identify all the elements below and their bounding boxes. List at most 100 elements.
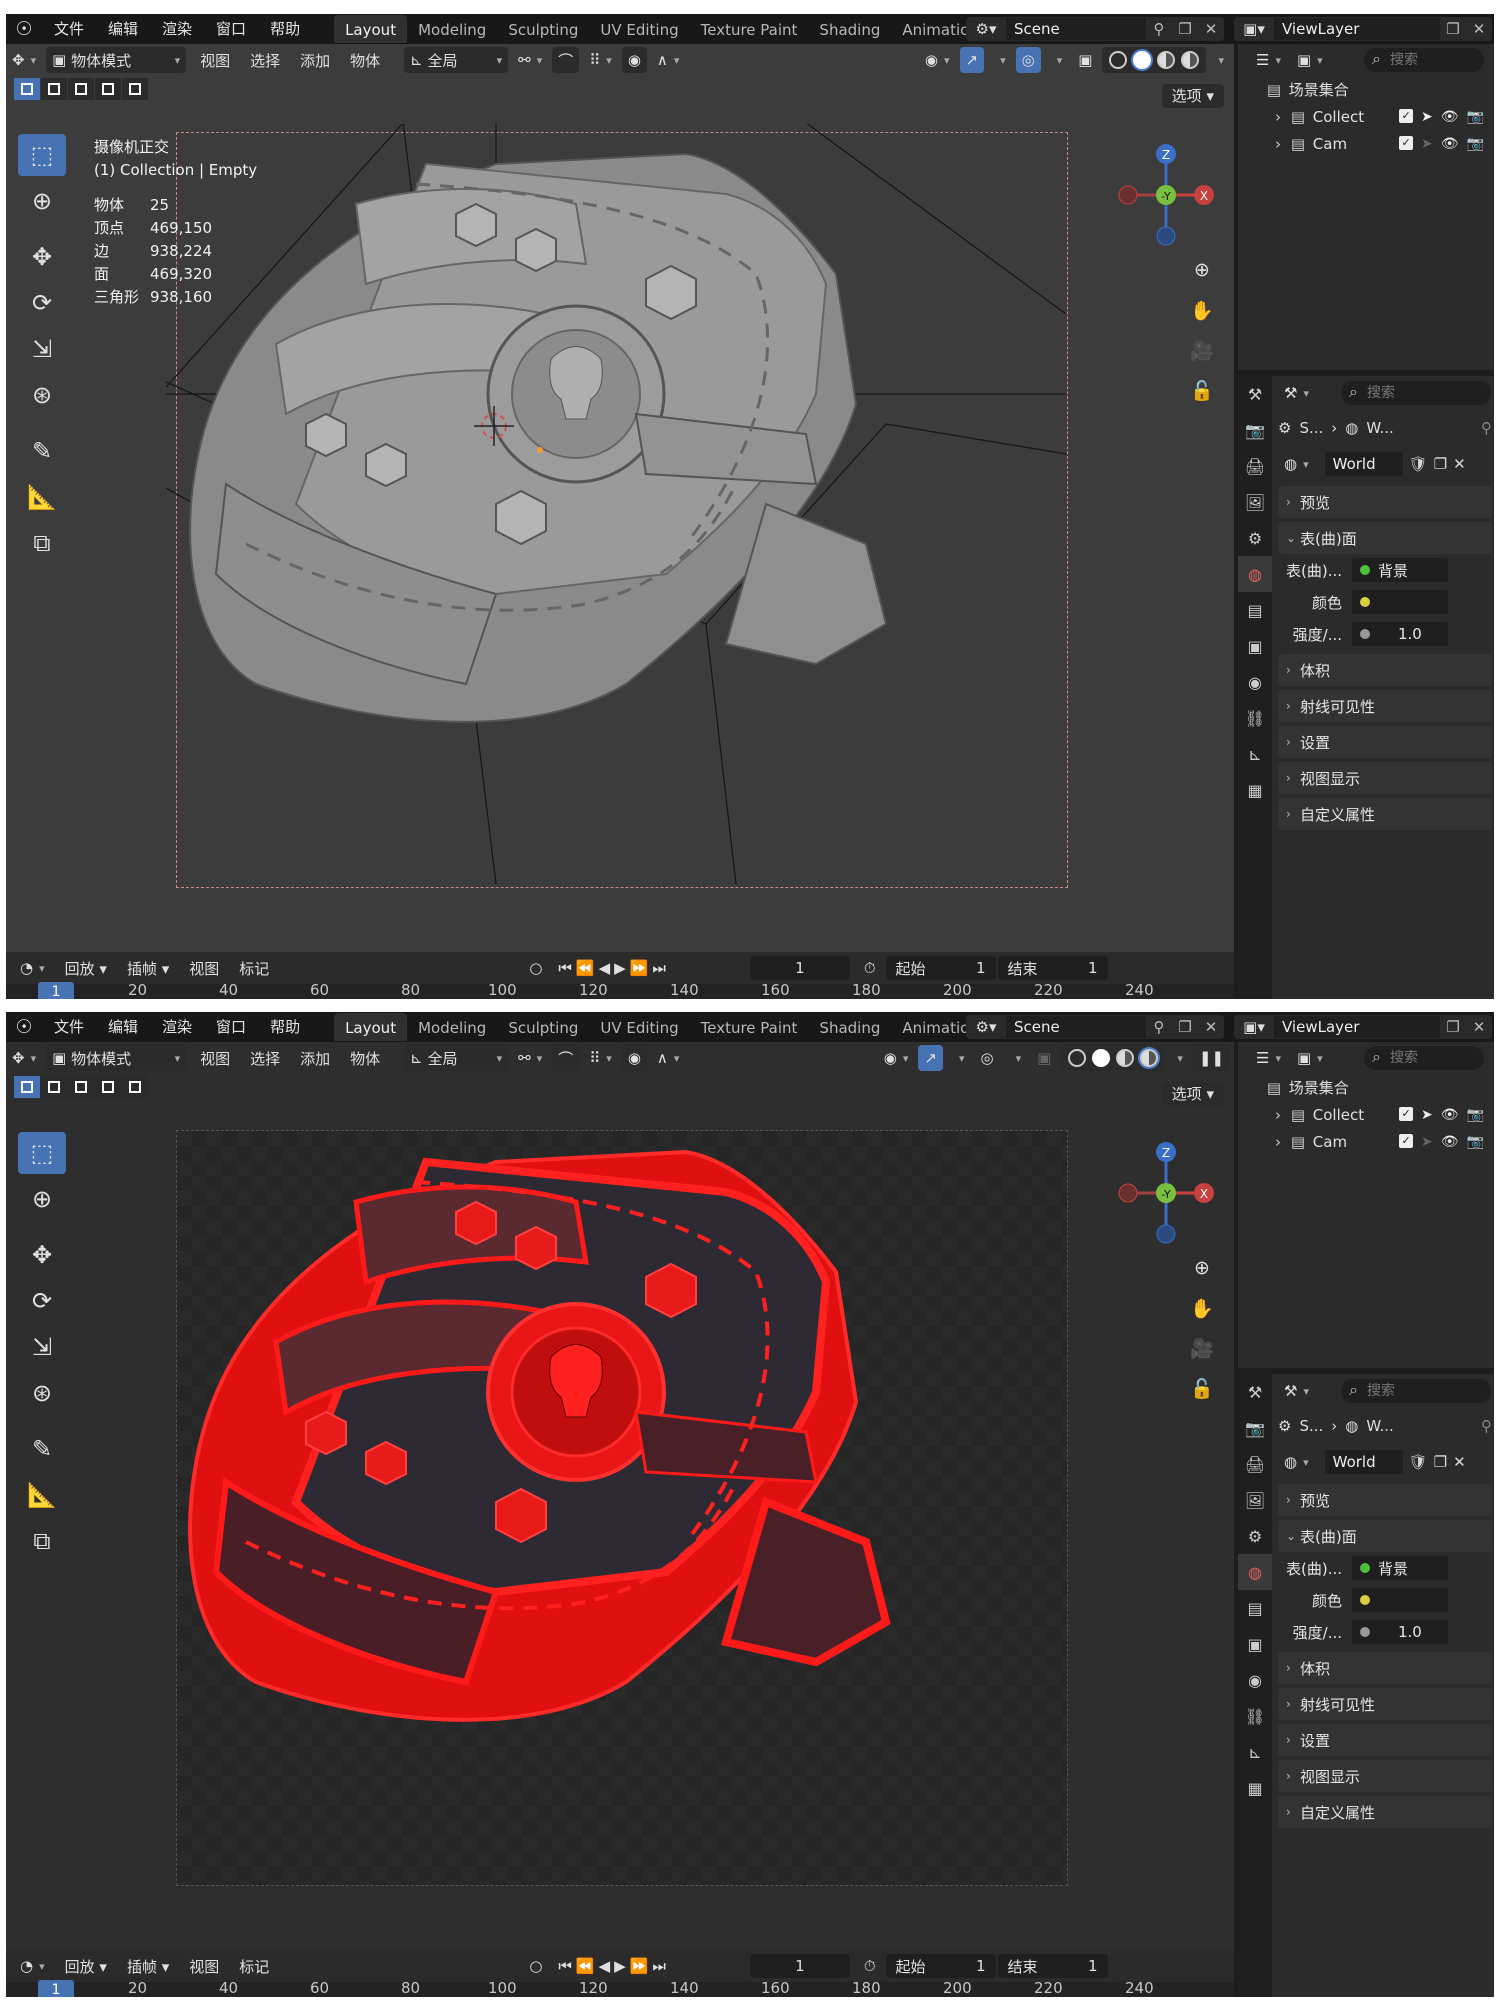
pin-icon[interactable]: ⚲ bbox=[1481, 419, 1492, 437]
world-selector[interactable]: ◍ ▾ World 🛡 ❐ ✕ bbox=[1278, 446, 1492, 482]
close-icon[interactable]: ✕ bbox=[1466, 20, 1492, 38]
fake-user-icon[interactable]: 🛡 bbox=[1409, 1453, 1428, 1471]
timeline-playback[interactable]: 回放 ▾ bbox=[55, 1956, 117, 1977]
camera-view-icon[interactable]: 🎥 bbox=[1186, 334, 1218, 366]
physics-tab-icon[interactable]: ◉ bbox=[1238, 664, 1272, 700]
collection-tab-icon[interactable]: ▤ bbox=[1238, 1590, 1272, 1626]
section-volume[interactable]: › 体积 bbox=[1278, 654, 1492, 686]
select-new-icon[interactable] bbox=[14, 1076, 40, 1098]
select-subtract-icon[interactable] bbox=[68, 1076, 94, 1098]
rotate-tool[interactable]: ⟳ bbox=[18, 1280, 66, 1322]
world-name[interactable]: World bbox=[1324, 1450, 1403, 1474]
pivot-icon[interactable]: ⚯ ▾ bbox=[512, 1045, 548, 1071]
select-arrow-icon[interactable]: ➤ bbox=[1421, 1134, 1433, 1150]
timeline-marker[interactable]: 标记 bbox=[229, 958, 279, 979]
section-custom-properties[interactable]: › 自定义属性 bbox=[1278, 1796, 1492, 1828]
select-intersect-icon[interactable] bbox=[122, 78, 148, 100]
annotate-tool[interactable]: ✎ bbox=[18, 430, 66, 472]
select-invert-icon[interactable] bbox=[95, 78, 121, 100]
tab-uv-editing[interactable]: UV Editing bbox=[589, 15, 689, 43]
duplicate-icon[interactable]: ❐ bbox=[1434, 1453, 1447, 1471]
navigation-gizmo[interactable]: Z -Y X bbox=[1116, 140, 1216, 250]
view-layer-tab-icon[interactable]: 🖼 bbox=[1238, 1482, 1272, 1518]
solid-shading-icon[interactable] bbox=[1092, 1049, 1111, 1067]
pan-hand-icon[interactable]: ✋ bbox=[1186, 294, 1218, 326]
tab-uv-editing[interactable]: UV Editing bbox=[589, 1013, 689, 1041]
world-icon[interactable]: ◍ ▾ bbox=[1278, 451, 1315, 477]
exclude-checkbox[interactable]: ✓ bbox=[1399, 108, 1414, 123]
view-layer-selector[interactable]: ▣▾ ViewLayer ❐ ✕ bbox=[1234, 1015, 1492, 1039]
view-layer-selector[interactable]: ▣▾ ViewLayer ❐ ✕ bbox=[1234, 17, 1492, 41]
menu-window[interactable]: 窗口 bbox=[204, 14, 258, 44]
playback-controls[interactable]: ⏮⏪◀▶⏩⏭ bbox=[552, 955, 675, 981]
select-box-tool[interactable]: ⬚ bbox=[18, 1132, 66, 1174]
timeline-playback[interactable]: 回放 ▾ bbox=[55, 958, 117, 979]
falloff-icon[interactable]: ∧ ▾ bbox=[651, 1045, 686, 1071]
section-preview[interactable]: › 预览 bbox=[1278, 486, 1492, 518]
outliner-editor-icon[interactable]: ☰ ▾ bbox=[1250, 1045, 1287, 1071]
measure-tool[interactable]: 📐 bbox=[18, 476, 66, 518]
new-layer-icon[interactable]: ❐ bbox=[1440, 1018, 1466, 1036]
view-layer-tab-icon[interactable]: 🖼 bbox=[1238, 484, 1272, 520]
gizmo-dropdown-icon[interactable]: ▾ bbox=[947, 1045, 971, 1071]
select-arrow-icon[interactable]: ➤ bbox=[1421, 136, 1433, 152]
color-field[interactable] bbox=[1352, 1588, 1448, 1612]
world-tab-icon[interactable]: ◍ bbox=[1238, 1554, 1272, 1590]
expand-icon[interactable]: › bbox=[1268, 1106, 1288, 1124]
select-extend-icon[interactable] bbox=[41, 78, 67, 100]
lock-icon[interactable]: 🔓 bbox=[1186, 1372, 1218, 1404]
pan-hand-icon[interactable]: ✋ bbox=[1186, 1292, 1218, 1324]
data-tab-icon[interactable]: ⊾ bbox=[1238, 736, 1272, 772]
eye-icon[interactable]: 👁 bbox=[1441, 136, 1459, 152]
render-camera-icon[interactable]: 📷 bbox=[1467, 1107, 1484, 1123]
scene-selector[interactable]: ⚙▾ Scene ⚲ ❐ ✕ bbox=[966, 17, 1224, 41]
start-frame[interactable]: 起始 1 bbox=[885, 956, 996, 980]
transform-tool[interactable]: ⊛ bbox=[18, 374, 66, 416]
options-dropdown[interactable]: 选项 ▾ bbox=[1161, 84, 1224, 108]
start-frame[interactable]: 起始 1 bbox=[885, 1954, 996, 1978]
end-frame[interactable]: 结束 1 bbox=[997, 956, 1108, 980]
render-tab-icon[interactable]: 📷 bbox=[1238, 1410, 1272, 1446]
tab-texture-paint[interactable]: Texture Paint bbox=[690, 1013, 809, 1041]
tab-sculpting[interactable]: Sculpting bbox=[497, 1013, 589, 1041]
timeline-ruler[interactable]: 1 20 40 60 80 100 120 140 160 180 200 22… bbox=[6, 981, 1234, 999]
tab-modeling[interactable]: Modeling bbox=[407, 15, 497, 43]
end-frame[interactable]: 结束 1 bbox=[997, 1954, 1108, 1978]
gizmo-toggle-icon[interactable]: ↗ bbox=[959, 47, 985, 73]
transform-orientation[interactable]: ⊾ 全局 ▾ bbox=[404, 1045, 509, 1071]
unlink-icon[interactable]: ✕ bbox=[1453, 455, 1466, 473]
add-cube-tool[interactable]: ⧉ bbox=[18, 522, 66, 564]
section-ray-visibility[interactable]: › 射线可见性 bbox=[1278, 1688, 1492, 1720]
cursor-tool[interactable]: ⊕ bbox=[18, 180, 66, 222]
section-custom-properties[interactable]: › 自定义属性 bbox=[1278, 798, 1492, 830]
tab-sculpting[interactable]: Sculpting bbox=[497, 15, 589, 43]
eye-icon[interactable]: 👁 bbox=[1441, 1107, 1459, 1123]
playhead[interactable]: 1 bbox=[38, 982, 74, 999]
properties-search[interactable]: 搜索 bbox=[1340, 380, 1491, 405]
menu-select[interactable]: 选择 bbox=[240, 50, 290, 71]
annotate-tool[interactable]: ✎ bbox=[18, 1428, 66, 1470]
view-layer-name[interactable]: ViewLayer bbox=[1274, 1016, 1440, 1038]
proportional-edit-icon[interactable]: ◉ bbox=[621, 1045, 647, 1071]
properties-search[interactable]: 搜索 bbox=[1340, 1378, 1491, 1403]
select-new-icon[interactable] bbox=[14, 78, 40, 100]
cursor-tool[interactable]: ⊕ bbox=[18, 1178, 66, 1220]
menu-select[interactable]: 选择 bbox=[240, 1048, 290, 1069]
menu-view[interactable]: 视图 bbox=[190, 50, 240, 71]
section-volume[interactable]: › 体积 bbox=[1278, 1652, 1492, 1684]
move-tool[interactable]: ✥ bbox=[18, 236, 66, 278]
pause-render-icon[interactable]: ❚❚ bbox=[1192, 1045, 1230, 1071]
strength-field[interactable]: 1.0 bbox=[1352, 1620, 1448, 1644]
strength-field[interactable]: 1.0 bbox=[1352, 622, 1448, 646]
menu-edit[interactable]: 编辑 bbox=[96, 1012, 150, 1042]
tab-layout[interactable]: Layout bbox=[334, 15, 408, 43]
menu-add[interactable]: 添加 bbox=[290, 1048, 340, 1069]
3d-viewport[interactable]: ✥ ▾ ▣ 物体模式 ▾ 视图 选择 添加 物体 ⊾ 全局 ▾ ⚯ ▾ ⌒ ⠿ ▾ ◉ ∧… bbox=[6, 44, 1234, 952]
exclude-checkbox[interactable]: ✓ bbox=[1399, 135, 1414, 150]
menu-view[interactable]: 视图 bbox=[190, 1048, 240, 1069]
tool-tab-icon[interactable]: ⚒ bbox=[1238, 376, 1272, 412]
section-settings[interactable]: › 设置 bbox=[1278, 726, 1492, 758]
blender-logo-icon[interactable]: ☉ bbox=[6, 1012, 42, 1042]
scene-name[interactable]: Scene bbox=[1006, 18, 1146, 40]
section-viewport-display[interactable]: › 视图显示 bbox=[1278, 762, 1492, 794]
